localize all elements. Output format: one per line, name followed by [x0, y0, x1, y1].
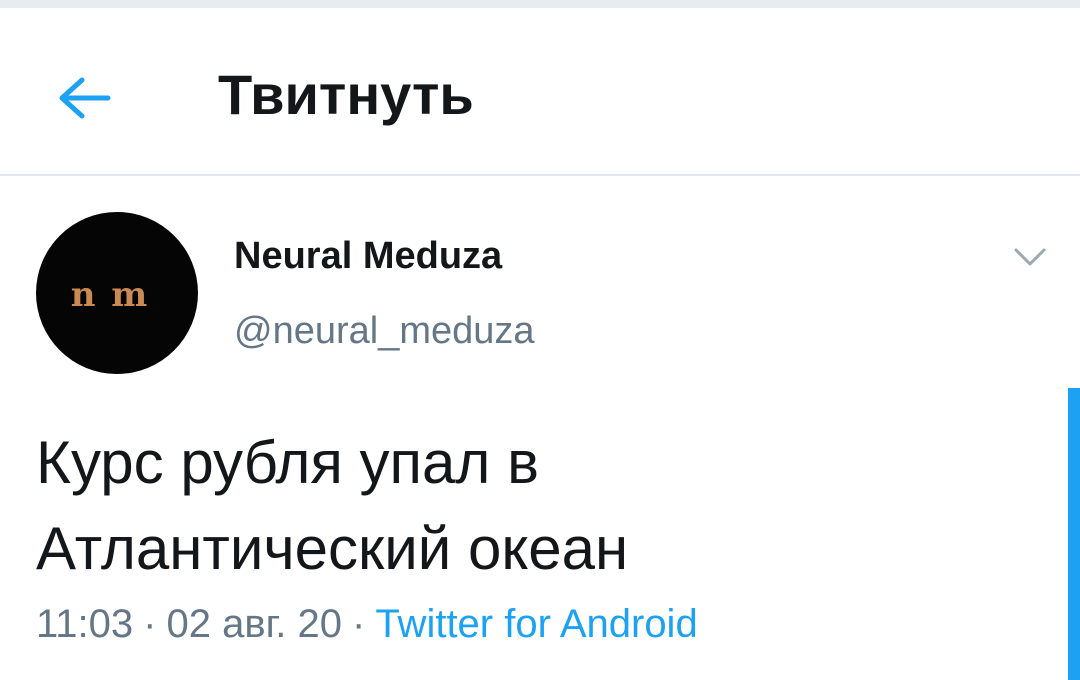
- tweet-source-link[interactable]: Twitter for Android: [375, 602, 697, 646]
- author-display-name[interactable]: Neural Meduza: [234, 232, 502, 280]
- author-handle[interactable]: @neural_meduza: [234, 307, 535, 355]
- back-button[interactable]: [44, 63, 124, 133]
- tweet-text-line: Курс рубля упал в: [36, 429, 539, 496]
- meta-separator: ·: [352, 602, 366, 646]
- tweet-text: Курс рубля упал в Атлантический океан: [36, 420, 1016, 592]
- chevron-down-icon[interactable]: [1010, 238, 1050, 278]
- top-app-bar: Твитнуть: [0, 8, 1080, 176]
- arrow-left-icon: [59, 77, 111, 119]
- meta-separator: ·: [143, 602, 157, 646]
- tweet-detail-screen: Твитнуть n m Neural Meduza @neural_meduz…: [0, 0, 1080, 680]
- avatar[interactable]: n m: [36, 212, 198, 374]
- tweet-text-line: Атлантический океан: [36, 515, 629, 582]
- status-bar-strip: [0, 0, 1080, 8]
- tweet-time: 11:03: [36, 602, 134, 646]
- tweet-meta: 11:03 · 02 авг. 20 · Twitter for Android: [36, 598, 698, 650]
- page-title: Твитнуть: [218, 63, 474, 126]
- tweet-date: 02 авг. 20: [166, 602, 342, 646]
- avatar-logo: n m: [70, 275, 150, 315]
- scrollbar[interactable]: [1068, 388, 1080, 680]
